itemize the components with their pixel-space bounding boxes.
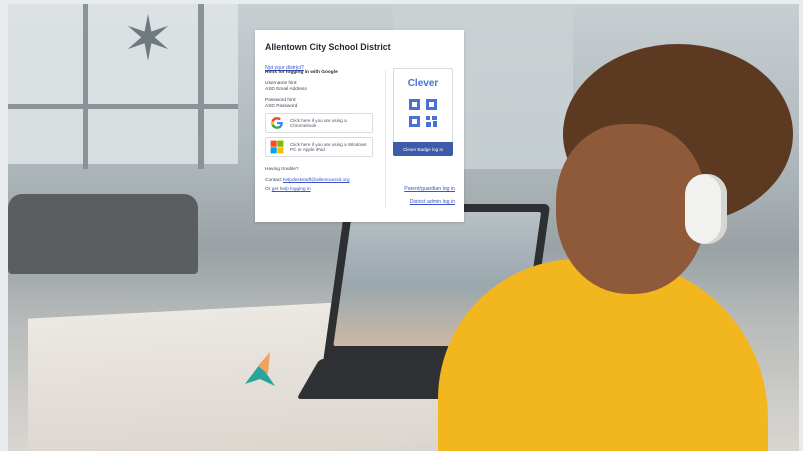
parent-guardian-login-link[interactable]: Parent/guardian log in — [393, 186, 455, 192]
google-icon — [270, 117, 283, 130]
clever-badge-login-button[interactable]: Clever Badge log in — [393, 142, 453, 156]
chromebook-login-label: Click here if you are using a Chromebook — [290, 117, 347, 129]
headphone — [685, 174, 727, 244]
password-hint-value: ASD Password — [265, 103, 298, 109]
child-face — [556, 124, 706, 294]
window-mullion — [83, 4, 88, 169]
contact-line: Contact helpdeskstaff@allentownsd.org — [265, 178, 380, 183]
clever-badge-panel: Clever Clever Badge log in — [393, 68, 453, 156]
google-login-section: Hints for logging in with Google Usernam… — [265, 68, 380, 192]
windows-ipad-login-label: Click here if you are using a Windows PC… — [290, 141, 367, 153]
clever-logo: Clever — [407, 78, 439, 89]
contact-prefix: Contact — [265, 178, 282, 184]
get-help-link[interactable]: get help logging in — [272, 187, 311, 192]
helpdesk-email-link[interactable]: helpdeskstaff@allentownsd.org — [283, 178, 350, 183]
qr-code-icon — [409, 99, 437, 127]
sofa — [8, 194, 198, 274]
district-title: Allentown City School District — [265, 42, 391, 52]
windows-icon — [270, 140, 284, 154]
login-card: Allentown City School District Not your … — [255, 30, 464, 222]
paper-crane — [245, 352, 275, 386]
windows-ipad-login-button[interactable]: Click here if you are using a Windows PC… — [265, 137, 373, 158]
or-prefix: Or — [265, 187, 271, 193]
column-divider — [385, 70, 386, 208]
chromebook-login-button[interactable]: Click here if you are using a Chromebook — [265, 113, 373, 134]
district-admin-login-link[interactable]: District admin log in — [393, 199, 455, 205]
help-line: Or get help logging in — [265, 187, 380, 192]
having-trouble-text: Having trouble? — [265, 167, 299, 173]
star-decoration: ✶ — [122, 5, 174, 74]
clever-section: Clever Clever Badge log in Parent/guardi… — [393, 68, 455, 205]
window-mullion — [198, 4, 204, 169]
